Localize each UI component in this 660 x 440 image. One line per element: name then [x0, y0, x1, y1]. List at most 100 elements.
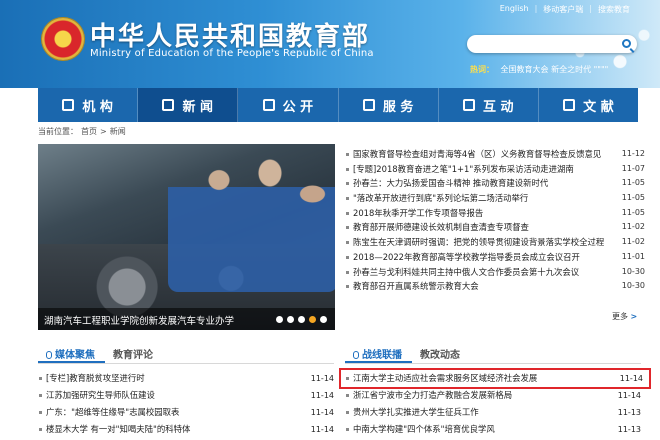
news-item[interactable]: 教育部开展师德建设长效机制自查清查专项督查 11-02 — [345, 220, 645, 235]
slide-dot[interactable] — [287, 316, 294, 323]
news-item[interactable]: 孙春兰：大力弘扬爱国奋斗精神 推动教育建设新时代 11-05 — [345, 176, 645, 191]
news-title[interactable]: 教育部召开直属系统警示教育大会 — [345, 279, 607, 294]
news-date: 11-05 — [621, 193, 645, 203]
news-date: 10-30 — [621, 266, 645, 276]
slide-dots — [276, 316, 327, 323]
news-title[interactable]: 国家教育督导检查组对青海等4省（区）义务教育督导检查反馈意见 — [345, 147, 607, 162]
english-link[interactable]: English — [500, 4, 529, 15]
list-title[interactable]: 楼显木大学 有一对"知喝夫陆"的科特体 — [46, 421, 190, 438]
news-title[interactable]: "落改革开放进行到底"系列论坛第二场活动举行 — [345, 191, 607, 206]
list-item[interactable]: 贵州大学扎实推进大学生征兵工作 11-13 — [345, 404, 641, 421]
breadcrumb-home[interactable]: 首页 — [81, 127, 97, 136]
news-item[interactable]: 陈宝生在天津调研时强调：把党的领导贯彻建设背景落实学校全过程 11-02 — [345, 235, 645, 250]
tab-label: 战线联播 — [362, 350, 402, 361]
list-date: 11-14 — [310, 425, 334, 434]
microphone-icon — [46, 351, 52, 359]
media-focus-panel: 媒体聚焦 教育评论 [专栏]教育脱贫攻坚进行时 11-14 江苏加强研究生导师队伍… — [38, 342, 334, 438]
panel-tabs: 媒体聚焦 教育评论 — [38, 342, 334, 364]
lock-icon — [262, 99, 275, 111]
list-title[interactable]: 中南大学构建"四个体系"培育优良学风 — [353, 421, 495, 438]
news-item[interactable]: 国家教育督导检查组对青海等4省（区）义务教育督导检查反馈意见 11-12 — [345, 147, 645, 162]
list-item[interactable]: 江苏加强研究生导师队伍建设 11-14 — [38, 387, 334, 404]
list-date: 11-13 — [617, 408, 641, 417]
news-date: 11-05 — [621, 207, 645, 217]
chat-icon — [463, 99, 475, 111]
nav-item-organization[interactable]: 机 构 — [38, 88, 139, 122]
service-icon — [362, 99, 375, 111]
slide-dot[interactable] — [276, 316, 283, 323]
news-date: 11-02 — [621, 237, 645, 247]
news-item[interactable]: 2018—2022年教育部高等学校教学指导委员会成立会议召开 11-01 — [345, 250, 645, 265]
list-item-highlighted[interactable]: 江南大学主动适应社会需求服务区域经济社会发展 11-14 — [339, 368, 651, 389]
slide-dot-active[interactable] — [309, 316, 316, 323]
mobile-client-link[interactable]: 移动客户端 — [543, 4, 583, 15]
breadcrumb-label: 当前位置： — [38, 127, 78, 136]
tab-label: 教育评论 — [113, 350, 153, 361]
list-title[interactable]: 广东："超维等住缘导"志属校园取表 — [46, 404, 179, 421]
list-item[interactable]: 广东："超维等住缘导"志属校园取表 11-14 — [38, 404, 334, 421]
list-date: 11-14 — [619, 374, 643, 383]
nav-item-documents[interactable]: 文 献 — [539, 88, 638, 122]
hot-words-list[interactable]: 全国教育大会 新全之时代 """" — [501, 65, 609, 74]
slide-dot[interactable] — [298, 316, 305, 323]
news-item[interactable]: 孙春兰与戈利科娃共同主持中俄人文合作委员会第十九次会议 10-30 — [345, 265, 645, 280]
list-title[interactable]: [专栏]教育脱贫攻坚进行时 — [46, 370, 145, 387]
news-title[interactable]: [专题]2018教育奋进之笔"1+1"系列发布采访活动走进湖南 — [345, 162, 607, 177]
national-emblem-icon[interactable] — [42, 18, 84, 60]
news-item[interactable]: 2018年秋季开学工作专项督导报告 11-05 — [345, 206, 645, 221]
microphone-icon — [353, 351, 359, 359]
hot-words: 热词： 全国教育大会 新全之时代 """" — [470, 64, 608, 75]
nav-item-service[interactable]: 服 务 — [339, 88, 439, 122]
slide-dot[interactable] — [320, 316, 327, 323]
news-title[interactable]: 教育部开展师德建设长效机制自查清查专项督查 — [345, 220, 607, 235]
more-arrow-icon: > — [630, 312, 638, 321]
news-item[interactable]: "落改革开放进行到底"系列论坛第二场活动举行 11-05 — [345, 191, 645, 206]
top-links: English | 移动客户端 | 搜索教育 — [499, 4, 630, 15]
nav-label: 新 闻 — [182, 99, 214, 115]
hot-words-label: 热词： — [470, 65, 494, 74]
list-item[interactable]: 浙江省宁波市全力打造产教融合发展新格局 11-14 — [345, 387, 641, 404]
news-title[interactable]: 2018—2022年教育部高等学校教学指导委员会成立会议召开 — [345, 250, 607, 265]
news-title[interactable]: 孙春兰与戈利科娃共同主持中俄人文合作委员会第十九次会议 — [345, 265, 607, 280]
tab-label: 教改动态 — [420, 350, 460, 361]
news-item[interactable]: [专题]2018教育奋进之笔"1+1"系列发布采访活动走进湖南 11-07 — [345, 162, 645, 177]
tab-reform-news[interactable]: 教改动态 — [412, 342, 470, 363]
more-link[interactable]: 更多 > — [612, 311, 637, 322]
search-box — [467, 35, 637, 56]
news-title[interactable]: 2018年秋季开学工作专项督导报告 — [345, 206, 607, 221]
nav-item-interaction[interactable]: 互 动 — [439, 88, 539, 122]
news-item[interactable]: 教育部召开直属系统警示教育大会 10-30 — [345, 279, 645, 294]
main-nav: 机 构 新 闻 公 开 服 务 互 动 文 献 — [38, 88, 638, 122]
list-title[interactable]: 贵州大学扎实推进大学生征兵工作 — [353, 404, 479, 421]
list-title[interactable]: 江南大学主动适应社会需求服务区域经济社会发展 — [353, 370, 537, 387]
tab-media-focus[interactable]: 媒体聚焦 — [38, 342, 105, 363]
nav-label: 文 献 — [583, 99, 614, 115]
site-subtitle: Ministry of Education of the People's Re… — [90, 48, 374, 59]
list-item[interactable]: [专栏]教育脱贫攻坚进行时 11-14 — [38, 370, 334, 387]
news-date: 11-07 — [621, 163, 645, 173]
nav-label: 服 务 — [382, 99, 414, 115]
search-icon[interactable] — [622, 39, 631, 48]
search-education-link[interactable]: 搜索教育 — [598, 4, 630, 15]
list-item[interactable]: 中南大学构建"四个体系"培育优良学风 11-13 — [345, 421, 641, 438]
search-input[interactable] — [467, 38, 617, 56]
tab-frontline-broadcast[interactable]: 战线联播 — [345, 342, 412, 363]
news-date: 11-05 — [621, 178, 645, 188]
list-date: 11-14 — [617, 391, 641, 400]
news-date: 11-12 — [621, 149, 645, 158]
frontline-panel: 战线联播 教改动态 江南大学主动适应社会需求服务区域经济社会发展 11-14 浙江… — [339, 342, 651, 438]
breadcrumb-current[interactable]: 新闻 — [110, 127, 126, 136]
news-title[interactable]: 孙春兰：大力弘扬爱国奋斗精神 推动教育建设新时代 — [345, 176, 607, 191]
news-date: 11-01 — [621, 251, 645, 261]
book-icon — [563, 99, 576, 111]
list-item[interactable]: 楼显木大学 有一对"知喝夫陆"的科特体 11-14 — [38, 421, 334, 438]
list-title[interactable]: 浙江省宁波市全力打造产教融合发展新格局 — [353, 387, 512, 404]
news-title[interactable]: 陈宝生在天津调研时强调：把党的领导贯彻建设背景落实学校全过程 — [345, 235, 607, 250]
list-date: 11-13 — [617, 425, 641, 434]
nav-item-news[interactable]: 新 闻 — [138, 88, 239, 122]
nav-item-disclosure[interactable]: 公 开 — [238, 88, 339, 122]
tab-education-commentary[interactable]: 教育评论 — [105, 342, 163, 363]
list-title[interactable]: 江苏加强研究生导师队伍建设 — [46, 387, 155, 404]
hero-slideshow[interactable]: 湖南汽车工程职业学院创新发展汽车专业办学 — [38, 144, 335, 330]
building-icon — [62, 99, 75, 111]
